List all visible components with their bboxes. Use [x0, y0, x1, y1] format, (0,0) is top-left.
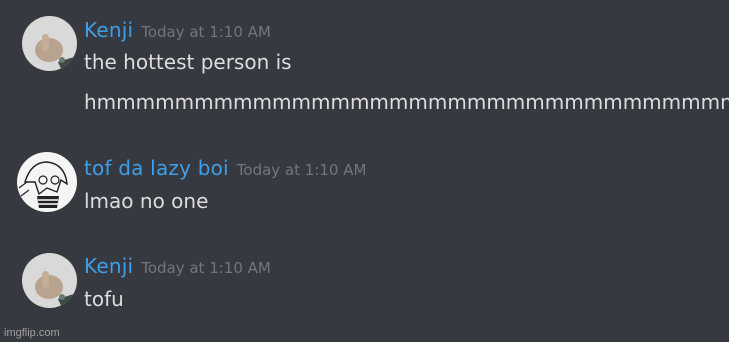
message-text: hmmmmmmmmmmmmmmmmmmmmmmmmmmmmmmmmmm — [84, 90, 729, 114]
message-header: Kenji Today at 1:10 AM — [84, 18, 271, 42]
message-text: lmao no one — [84, 189, 209, 213]
message-text: tofu — [84, 287, 124, 311]
message-header: tof da lazy boi Today at 1:10 AM — [84, 156, 366, 180]
thumbs-up-hand-avatar-icon — [22, 16, 77, 71]
message-1: Kenji Today at 1:10 AM the hottest person… — [0, 12, 729, 122]
imgflip-watermark: imgflip.com — [4, 327, 60, 339]
avatar[interactable] — [17, 152, 77, 212]
avatar[interactable] — [22, 16, 77, 71]
message-text: the hottest person is — [84, 50, 292, 74]
username[interactable]: Kenji — [84, 254, 133, 278]
message-3: Kenji Today at 1:10 AM tofu — [0, 247, 729, 317]
thumbs-up-hand-avatar-icon — [22, 253, 77, 308]
timestamp: Today at 1:10 AM — [141, 23, 271, 41]
timestamp: Today at 1:10 AM — [141, 259, 271, 277]
timestamp: Today at 1:10 AM — [236, 161, 367, 179]
message-header: Kenji Today at 1:10 AM — [84, 254, 271, 278]
avatar[interactable] — [22, 253, 77, 308]
username[interactable]: tof da lazy boi — [84, 156, 229, 180]
username[interactable]: Kenji — [84, 18, 133, 42]
anime-character-avatar-icon — [17, 152, 77, 212]
message-2: tof da lazy boi Today at 1:10 AM lmao no … — [0, 148, 729, 218]
